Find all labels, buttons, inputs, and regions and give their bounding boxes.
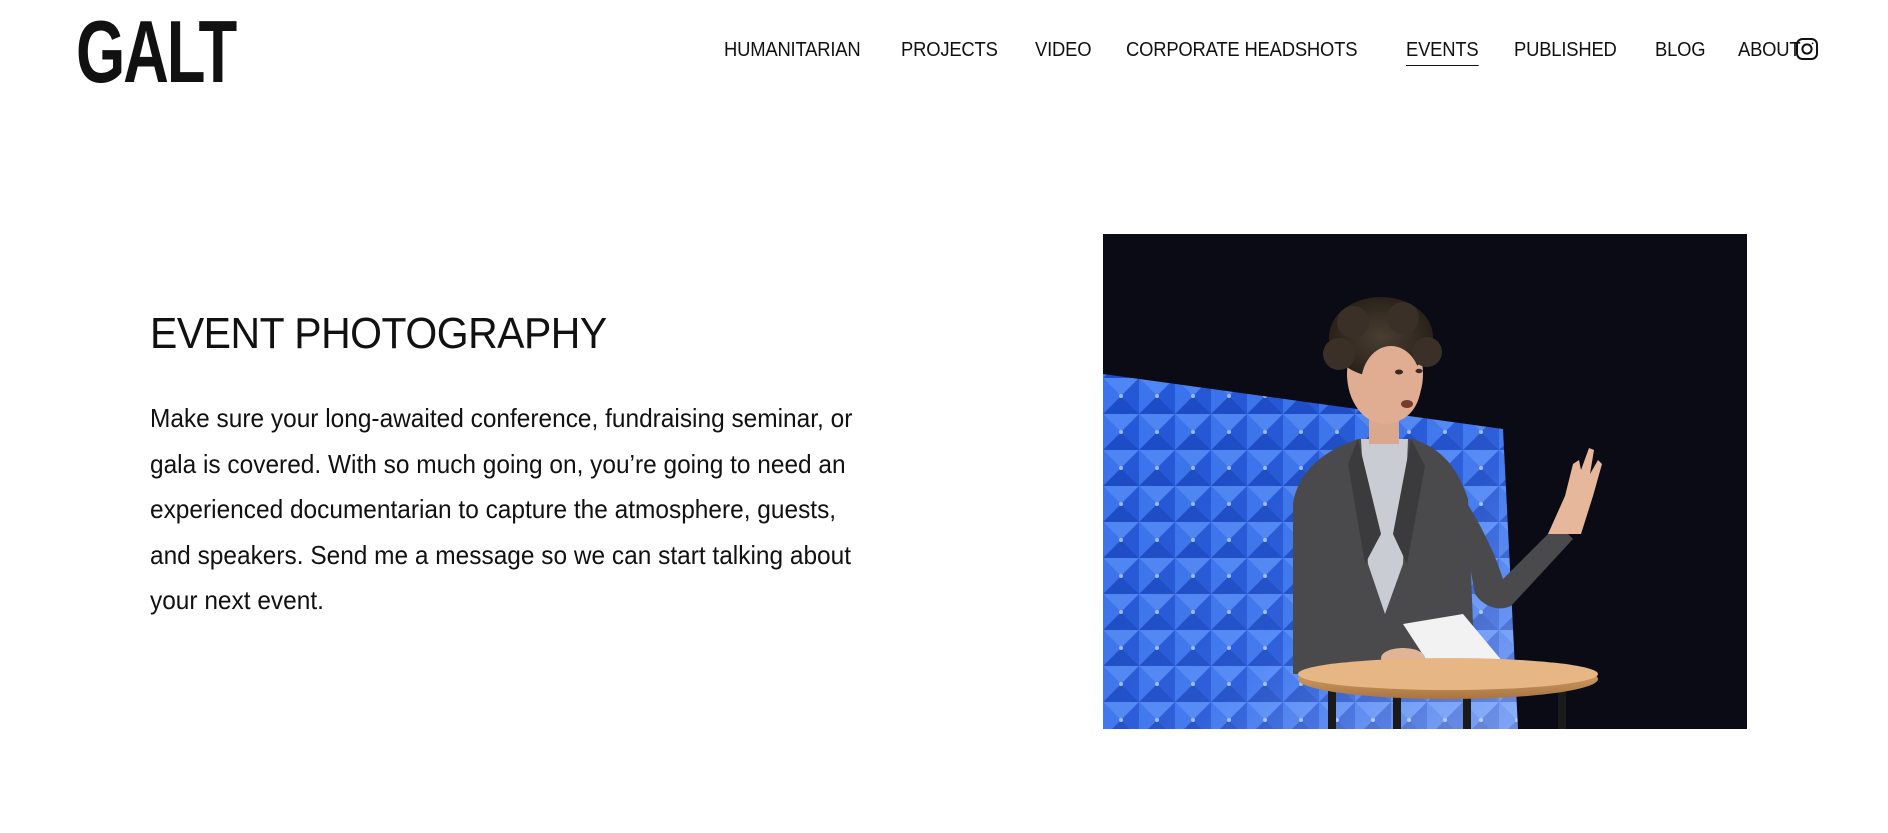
nav-link-published[interactable]: PUBLISHED: [1514, 38, 1617, 66]
nav-item-events: EVENTS: [1406, 38, 1485, 66]
nav-link-humanitarian[interactable]: HUMANITARIAN: [724, 38, 861, 66]
nav-item-humanitarian: HUMANITARIAN: [724, 38, 872, 66]
nav-item-blog: BLOG: [1655, 38, 1710, 66]
speaker-on-stage-photo: [1103, 234, 1747, 729]
nav-link-events[interactable]: EVENTS: [1406, 38, 1479, 66]
main-nav: HUMANITARIAN PROJECTS VIDEO CORPORATE HE…: [724, 38, 1835, 66]
nav-item-published: PUBLISHED: [1514, 38, 1626, 66]
site-logo[interactable]: GALT: [76, 8, 237, 96]
nav-item-corporate-headshots: CORPORATE HEADSHOTS: [1126, 38, 1377, 66]
nav-link-projects[interactable]: PROJECTS: [901, 38, 998, 66]
nav-link-blog[interactable]: BLOG: [1655, 38, 1706, 66]
page: GALT HUMANITARIAN PROJECTS VIDEO CORPORA…: [0, 0, 1888, 833]
instagram-icon[interactable]: [1795, 37, 1819, 61]
page-title: EVENT PHOTOGRAPHY: [150, 309, 607, 358]
nav-item-projects: PROJECTS: [901, 38, 1006, 66]
nav-item-video: VIDEO: [1035, 38, 1096, 66]
nav-link-video[interactable]: VIDEO: [1035, 38, 1092, 66]
nav-link-about[interactable]: ABOUT: [1738, 38, 1801, 66]
intro-paragraph: Make sure your long-awaited conference, …: [150, 403, 853, 615]
nav-link-corporate-headshots[interactable]: CORPORATE HEADSHOTS: [1126, 38, 1357, 66]
